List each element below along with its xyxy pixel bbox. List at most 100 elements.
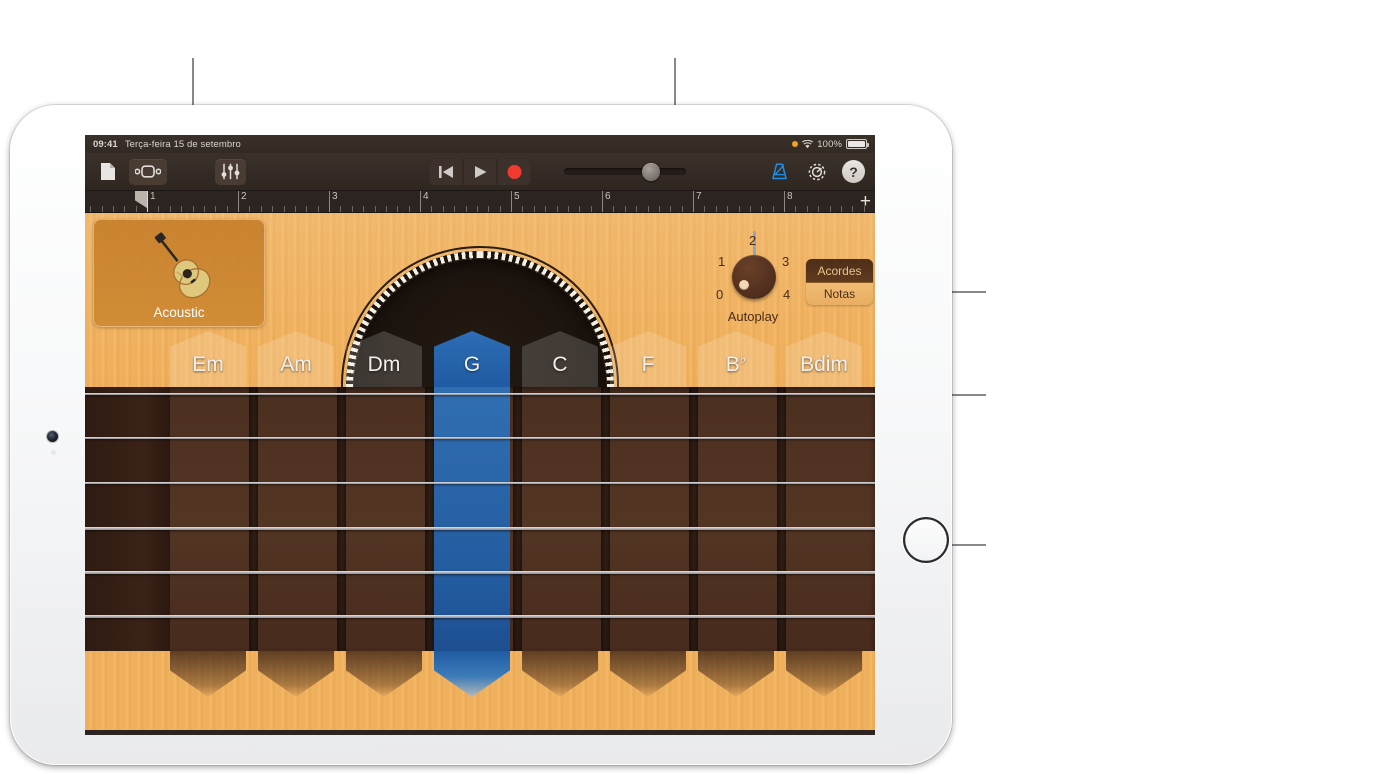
strum-triangle-G[interactable] [434, 651, 510, 697]
autoplay-knob[interactable] [732, 255, 776, 299]
ruler-tick [727, 206, 729, 212]
chord-label: Am [280, 353, 312, 376]
autoplay-label: Autoplay [727, 309, 779, 324]
guitar-string-2[interactable] [85, 437, 875, 439]
chord-button-Am[interactable]: Am [258, 324, 334, 387]
ruler-tick [215, 206, 217, 212]
ruler-tick [260, 206, 262, 212]
fretboard-column-Dm[interactable] [346, 387, 422, 651]
autoplay-position-4[interactable]: 4 [783, 287, 790, 302]
ruler-tick [442, 206, 444, 212]
app-toolbar: ? [85, 153, 875, 191]
instrument-selector[interactable]: Acoustic [93, 219, 265, 327]
ruler-tick [647, 206, 649, 212]
ruler-tick [670, 206, 672, 212]
record-icon[interactable] [497, 158, 531, 185]
rewind-icon[interactable] [429, 158, 463, 185]
ruler-tick [112, 206, 114, 212]
timeline-ruler[interactable]: 12345678 + [85, 191, 875, 213]
chord-button-G[interactable]: G [434, 324, 510, 387]
fret-line [249, 387, 258, 651]
chord-button-Bdim[interactable]: Bdim [786, 324, 862, 387]
fret-line [513, 387, 522, 651]
autoplay-position-1[interactable]: 1 [718, 254, 725, 269]
chord-button-F[interactable]: F [610, 324, 686, 387]
strum-triangle-Dm[interactable] [346, 651, 422, 697]
ruler-tick [181, 206, 183, 212]
home-button[interactable] [903, 517, 949, 563]
strum-area[interactable] [85, 651, 875, 735]
playhead[interactable] [135, 191, 148, 212]
playhead-flag[interactable] [135, 191, 147, 208]
status-date: Terça-feira 15 de setembro [124, 138, 241, 150]
master-volume-slider[interactable] [564, 162, 686, 181]
ruler-tick [590, 206, 592, 212]
fretboard-column-F[interactable] [610, 387, 686, 651]
fret-line [337, 387, 346, 651]
ruler-tick [795, 206, 797, 212]
play-icon[interactable] [463, 158, 497, 185]
ruler-tick [408, 206, 410, 212]
autoplay-position-3[interactable]: 3 [782, 254, 789, 269]
mode-option-acordes[interactable]: Acordes [806, 259, 873, 282]
ruler-tick [636, 206, 638, 212]
chords-notes-switch[interactable]: Acordes Notas [806, 259, 873, 305]
chord-button-Em[interactable]: Em [170, 324, 246, 387]
ruler-tick [374, 206, 376, 212]
chord-button-Bb[interactable]: B♭ [698, 324, 774, 387]
volume-slider-handle[interactable] [642, 162, 660, 181]
strum-triangle-Am[interactable] [258, 651, 334, 697]
ruler-tick [852, 206, 854, 212]
ruler-tick [681, 206, 683, 212]
ruler-tick [385, 206, 387, 212]
autoplay-position-0[interactable]: 0 [716, 287, 723, 302]
chord-label: Dm [367, 353, 401, 376]
autoplay-control[interactable]: 0 1 2 3 4 Autoplay [705, 231, 801, 331]
ruler-tick [658, 206, 660, 212]
guitar-string-3[interactable] [85, 482, 875, 485]
strum-triangle-C[interactable] [522, 651, 598, 697]
ruler-tick [431, 206, 433, 212]
track-controls-icon[interactable] [215, 158, 246, 185]
document-icon[interactable] [95, 159, 121, 185]
ruler-tick [613, 206, 615, 212]
guitar-string-1[interactable] [85, 393, 875, 395]
fretboard-column-G[interactable] [434, 387, 510, 651]
fret-line [777, 387, 786, 651]
strum-triangle-Em[interactable] [170, 651, 246, 697]
ambient-sensor-icon [51, 450, 56, 455]
autoplay-position-2[interactable]: 2 [749, 233, 756, 248]
fretboard-column-Em[interactable] [170, 387, 246, 651]
metronome-icon[interactable] [766, 159, 792, 185]
strum-triangle-Bdim[interactable] [786, 651, 862, 697]
fretboard-column-C[interactable] [522, 387, 598, 651]
fretboard-column-Bdim[interactable] [786, 387, 862, 651]
ruler-tick [135, 206, 137, 212]
chord-button-Dm[interactable]: Dm [346, 324, 422, 387]
battery-icon [846, 139, 869, 149]
ruler-tick [806, 206, 808, 212]
strum-triangle-F[interactable] [610, 651, 686, 697]
chord-label: Em [192, 353, 224, 376]
ruler-tick [203, 206, 205, 212]
fretboard-column-Am[interactable] [258, 387, 334, 651]
help-button[interactable]: ? [842, 160, 865, 183]
guitar-string-5[interactable] [85, 571, 875, 574]
chord-button-C[interactable]: C [522, 324, 598, 387]
loop-browser-icon[interactable] [129, 158, 167, 185]
fretboard[interactable] [85, 387, 875, 651]
ruler-tick [465, 206, 467, 212]
battery-percent-label: 100% [817, 138, 842, 150]
ruler-tick [351, 206, 353, 212]
strum-triangle-Bb[interactable] [698, 651, 774, 697]
add-track-button[interactable]: + [860, 192, 871, 211]
guitar-string-4[interactable] [85, 527, 875, 530]
guitar-string-6[interactable] [85, 615, 875, 619]
front-camera-icon [47, 431, 58, 442]
mode-option-notas[interactable]: Notas [806, 282, 873, 305]
fretboard-column-Bb[interactable] [698, 387, 774, 651]
ruler-tick [840, 206, 842, 212]
gear-icon[interactable] [804, 159, 830, 185]
ruler-tick [249, 206, 251, 212]
ruler-tick [818, 206, 820, 212]
